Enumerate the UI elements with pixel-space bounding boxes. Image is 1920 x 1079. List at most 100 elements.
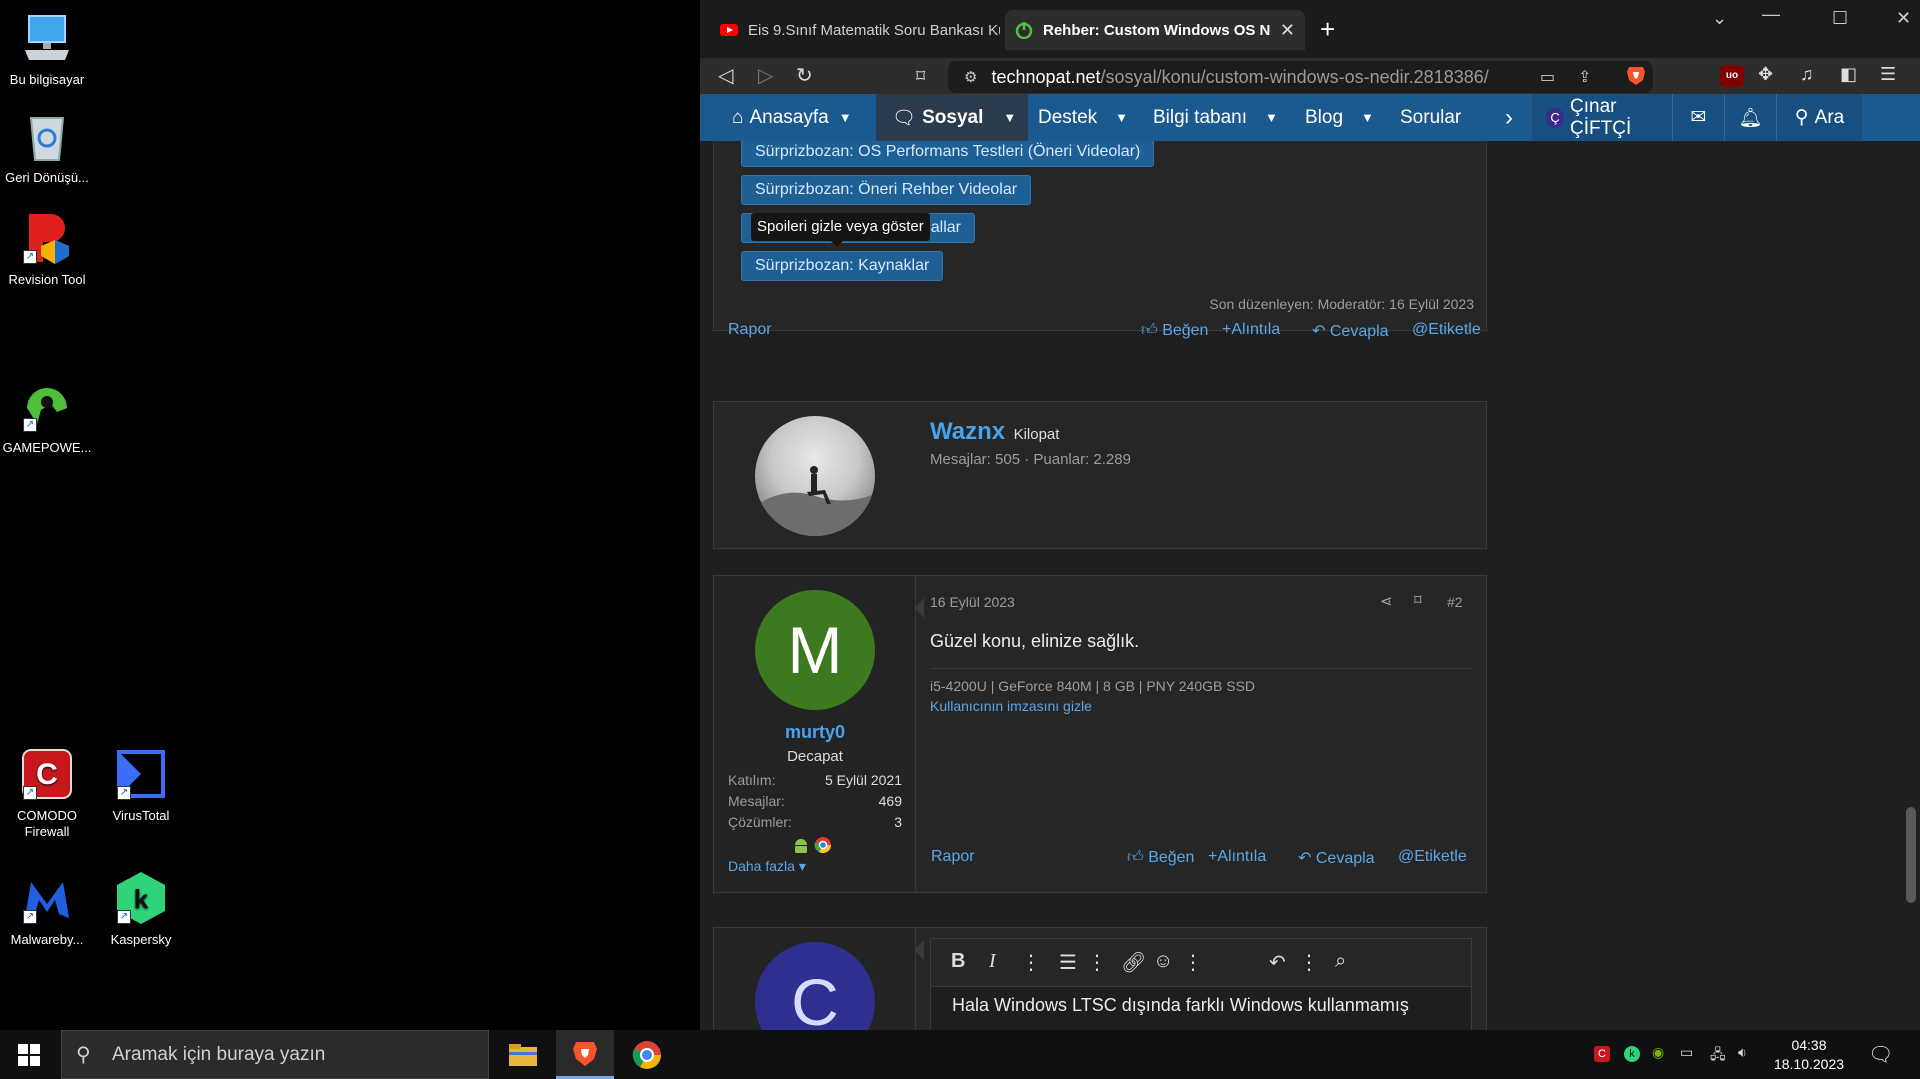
close-tab-icon[interactable]: ✕ bbox=[1280, 20, 1295, 41]
caret-down-icon[interactable]: ▼ bbox=[839, 110, 852, 125]
nav-search[interactable]: ⚲ Ara bbox=[1776, 94, 1862, 141]
list-icon[interactable]: ☰ bbox=[1059, 950, 1077, 975]
taskbar-chrome[interactable] bbox=[618, 1030, 676, 1079]
nav-knowledge-base[interactable]: Bilgi tabanı ▼ bbox=[1153, 94, 1278, 141]
reply-draft-text[interactable]: Hala Windows LTSC dışında farklı Windows… bbox=[952, 995, 1409, 1016]
nav-scroll-right-icon[interactable]: › bbox=[1505, 94, 1513, 141]
taskbar-brave[interactable] bbox=[556, 1030, 614, 1079]
cast-icon[interactable]: ▭ bbox=[1540, 67, 1555, 87]
like-action[interactable]: 👍︎ Beğen bbox=[1127, 848, 1194, 867]
tag-action[interactable]: @Etiketle bbox=[1398, 848, 1467, 866]
tab-youtube[interactable]: Eis 9.Sınıf Matematik Soru Bankası Kün bbox=[710, 10, 1010, 50]
username-link[interactable]: murty0 bbox=[714, 722, 916, 743]
caret-down-icon[interactable]: ▼ bbox=[1361, 110, 1374, 125]
emoji-icon[interactable]: ☺ bbox=[1153, 950, 1173, 973]
report-link[interactable]: Rapor bbox=[931, 848, 975, 866]
desktop-icon-recycle-bin[interactable]: Geri Dönüşü... bbox=[0, 108, 94, 186]
volume-icon[interactable]: 🔉︎ bbox=[1738, 1044, 1747, 1061]
media-icon[interactable]: ♫ bbox=[1800, 64, 1814, 85]
comodo-tray-icon[interactable]: C bbox=[1594, 1044, 1610, 1062]
shortcut-arrow-icon: ↗ bbox=[23, 250, 37, 264]
network-icon[interactable]: 🖧︎ bbox=[1710, 1044, 1726, 1068]
quote-action[interactable]: +Alıntıla bbox=[1222, 321, 1280, 339]
bold-icon[interactable]: B bbox=[951, 950, 965, 973]
taskbar-clock[interactable]: 04:38 18.10.2023 bbox=[1764, 1036, 1854, 1074]
nav-user-account[interactable]: Ç Çınar ÇİFTÇİ bbox=[1532, 94, 1672, 141]
share-icon[interactable]: ⇪ bbox=[1578, 67, 1591, 87]
author-name-link[interactable]: Waznx bbox=[930, 418, 1005, 445]
desktop-icon-kaspersky[interactable]: k ↗ Kaspersky bbox=[94, 870, 188, 948]
page-scrollbar[interactable] bbox=[1902, 141, 1920, 1030]
windows-start-icon[interactable] bbox=[18, 1044, 40, 1071]
report-link[interactable]: Rapor bbox=[728, 321, 772, 339]
more-insert-options-icon[interactable]: ⋮ bbox=[1183, 950, 1203, 975]
share-icon[interactable]: ⋖ bbox=[1380, 592, 1393, 610]
desktop-icon-malwarebytes[interactable]: ↗ Malwareby... bbox=[0, 870, 94, 948]
taskbar-file-explorer[interactable] bbox=[494, 1030, 552, 1079]
more-toggle[interactable]: Daha fazla ▾ bbox=[728, 858, 806, 875]
nav-home[interactable]: ⌂ Anasayfa ▼ bbox=[732, 94, 852, 141]
author-avatar[interactable] bbox=[755, 416, 875, 536]
like-action[interactable]: 👍︎ Beğen bbox=[1141, 321, 1208, 340]
undo-icon[interactable]: ↶ bbox=[1269, 950, 1286, 975]
desktop-icon-comodo-firewall[interactable]: C ↗ COMODO Firewall bbox=[0, 746, 94, 840]
bell-icon[interactable]: 🔔︎ bbox=[1724, 94, 1776, 141]
site-settings-icon[interactable]: ⚙ bbox=[964, 68, 977, 86]
desktop-icon-revision-tool[interactable]: ↗ Revision Tool bbox=[0, 210, 94, 288]
bookmark-icon[interactable]: ⌑ bbox=[916, 64, 925, 88]
current-user-avatar[interactable]: C bbox=[755, 942, 875, 1030]
reply-action[interactable]: ↶ Cevapla bbox=[1298, 848, 1375, 868]
back-icon[interactable]: ◁ bbox=[718, 64, 733, 88]
user-avatar[interactable]: M bbox=[755, 590, 875, 710]
caret-down-icon[interactable]: ▼ bbox=[1115, 110, 1128, 125]
minimize-icon[interactable]: — bbox=[1762, 4, 1780, 25]
preview-icon[interactable]: ⌕ bbox=[1335, 950, 1346, 973]
ublock-origin-icon[interactable]: uo bbox=[1720, 65, 1744, 87]
more-options-icon[interactable]: ⋮ bbox=[1299, 950, 1319, 975]
nvidia-tray-icon[interactable]: ◉ bbox=[1652, 1044, 1664, 1061]
extensions-icon[interactable]: ✥ bbox=[1758, 64, 1773, 85]
brave-shields-icon[interactable] bbox=[1625, 64, 1647, 86]
envelope-icon[interactable]: ✉ bbox=[1672, 94, 1724, 141]
maximize-icon[interactable]: ☐ bbox=[1832, 8, 1848, 29]
scrollbar-thumb[interactable] bbox=[1906, 807, 1916, 903]
nav-questions[interactable]: Sorular bbox=[1400, 94, 1461, 141]
post-2-user-panel: M murty0 Decapat Katılım: 5 Eylül 2021 Me… bbox=[714, 576, 916, 892]
battery-icon[interactable]: ▭ bbox=[1680, 1044, 1693, 1061]
reply-action[interactable]: ↶ Cevapla bbox=[1312, 321, 1389, 341]
tab-technopat[interactable]: Rehber: Custom Windows OS Ne ✕ bbox=[1005, 10, 1305, 50]
quote-action[interactable]: +Alıntıla bbox=[1208, 848, 1266, 866]
nav-blog[interactable]: Blog ▼ bbox=[1305, 94, 1374, 141]
link-icon[interactable]: 🔗︎ bbox=[1121, 950, 1146, 975]
italic-icon[interactable]: I bbox=[989, 950, 996, 973]
more-text-options-icon[interactable]: ⋮ bbox=[1021, 950, 1041, 975]
nav-support[interactable]: Destek ▼ bbox=[1038, 94, 1128, 141]
kaspersky-tray-icon[interactable]: k bbox=[1624, 1044, 1640, 1062]
notification-center-icon[interactable]: 🗨︎ bbox=[1868, 1042, 1893, 1067]
address-bar[interactable]: ⚙ technopat.net/sosyal/konu/custom-windo… bbox=[948, 61, 1653, 93]
menu-icon[interactable]: ☰ bbox=[1880, 64, 1896, 85]
spoiler-button-sources[interactable]: Sürprizbozan: Kaynaklar bbox=[741, 251, 944, 281]
caret-down-icon[interactable]: ▼ bbox=[1265, 110, 1278, 125]
post-number-link[interactable]: #2 bbox=[1447, 594, 1463, 610]
desktop-icon-this-pc[interactable]: Bu bilgisayar bbox=[0, 10, 94, 88]
tag-action[interactable]: @Etiketle bbox=[1412, 321, 1481, 339]
tab-list-chevron-icon[interactable]: ⌄ bbox=[1712, 8, 1727, 29]
post-date[interactable]: 16 Eylül 2023 bbox=[930, 594, 1015, 610]
caret-down-icon[interactable]: ▼ bbox=[1003, 110, 1016, 125]
more-list-options-icon[interactable]: ⋮ bbox=[1087, 950, 1107, 975]
spoiler-button-guide-videos[interactable]: Sürprizbozan: Öneri Rehber Videolar bbox=[741, 175, 1032, 205]
spoiler-button-os-performance[interactable]: Sürprizbozan: OS Performans Testleri (Ön… bbox=[741, 141, 1155, 167]
taskbar-search[interactable]: ⚲ Aramak için buraya yazın bbox=[61, 1030, 489, 1079]
new-tab-button[interactable]: + bbox=[1320, 14, 1335, 44]
desktop-icon-virustotal[interactable]: ↗ VirusTotal bbox=[94, 746, 188, 824]
reload-icon[interactable]: ↻ bbox=[796, 64, 813, 88]
forward-icon[interactable]: ▷ bbox=[758, 64, 773, 88]
sidebar-icon[interactable]: ◧ bbox=[1840, 64, 1857, 85]
close-window-icon[interactable]: ✕ bbox=[1896, 8, 1911, 29]
kaspersky-icon: k ↗ bbox=[113, 870, 169, 926]
hide-signature-link[interactable]: Kullanıcının imzasını gizle bbox=[930, 698, 1092, 714]
nav-social[interactable]: 🗨 Sosyal ▼ bbox=[876, 94, 1029, 141]
bookmark-icon[interactable]: ⌑ bbox=[1414, 591, 1422, 609]
desktop-icon-gamepower[interactable]: ↗ GAMEPOWE... bbox=[0, 378, 94, 456]
